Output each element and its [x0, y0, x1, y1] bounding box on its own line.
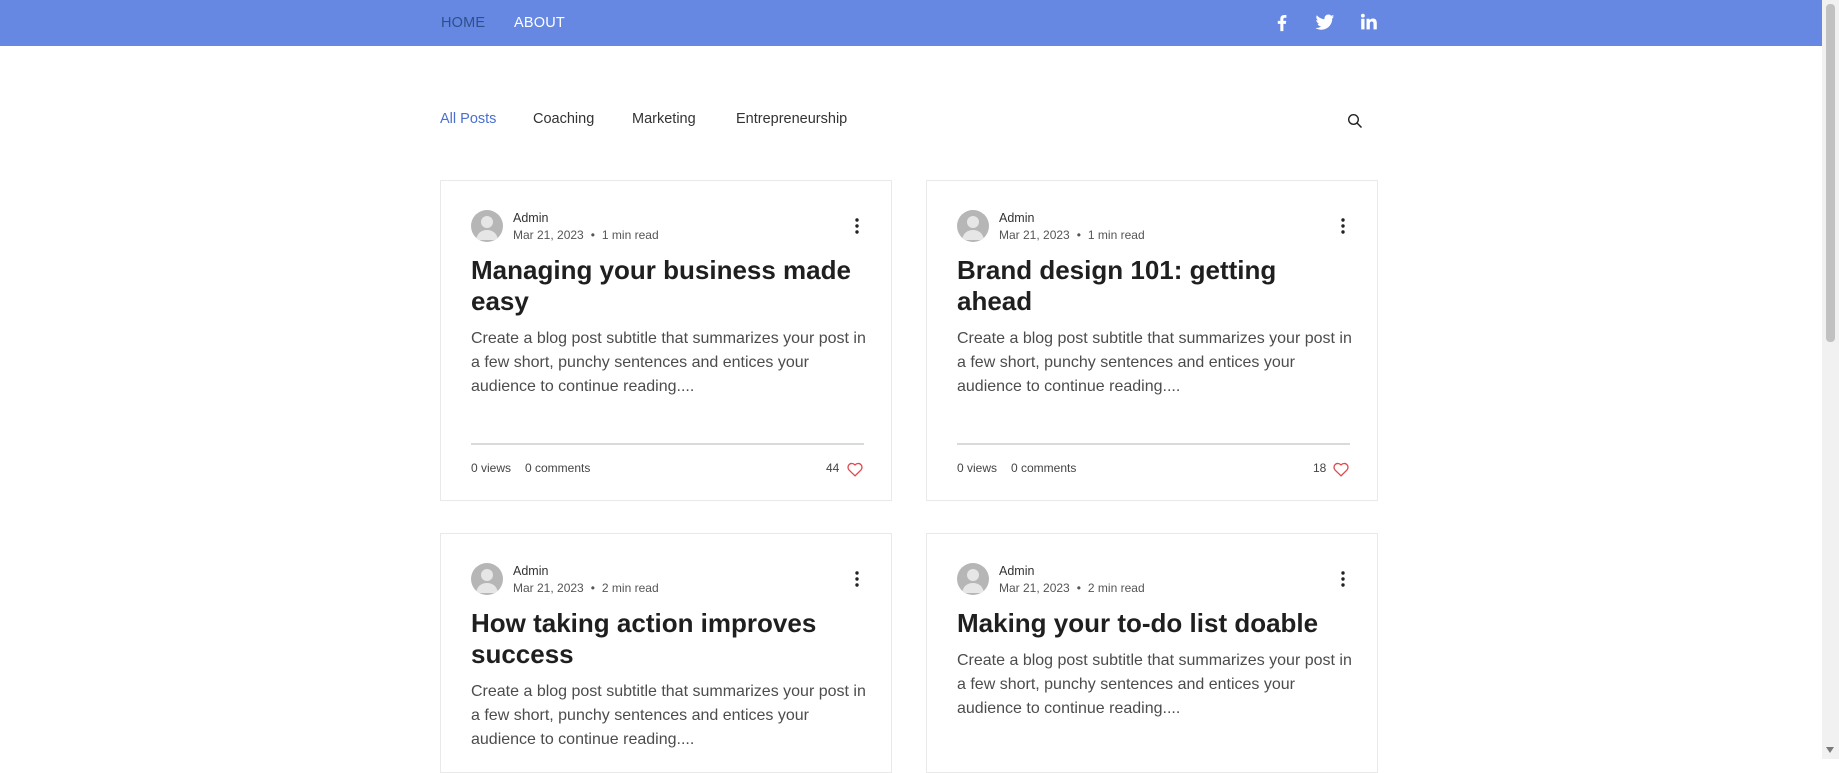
post-title[interactable]: Managing your business made easy: [471, 255, 871, 317]
author-avatar[interactable]: [471, 563, 503, 595]
author-avatar[interactable]: [957, 210, 989, 242]
post-date: Mar 21, 2023: [999, 228, 1070, 242]
scrollbar-thumb[interactable]: [1826, 4, 1835, 342]
post-meta: Mar 21, 2023 • 1 min read: [513, 228, 659, 242]
post-card[interactable]: Admin Mar 21, 2023 • 1 min read Managing y…: [440, 180, 892, 501]
post-meta: Mar 21, 2023 • 1 min read: [999, 228, 1145, 242]
meta-separator: •: [590, 581, 595, 595]
linkedin-icon[interactable]: [1358, 11, 1380, 33]
meta-separator: •: [1076, 581, 1081, 595]
nav-home-link[interactable]: HOME: [441, 15, 485, 31]
nav-about-link[interactable]: ABOUT: [514, 15, 565, 31]
more-actions-icon[interactable]: [854, 217, 860, 235]
vertical-scrollbar[interactable]: [1822, 0, 1839, 759]
card-divider: [957, 443, 1350, 445]
author-avatar[interactable]: [957, 563, 989, 595]
category-marketing[interactable]: Marketing: [632, 111, 696, 127]
post-date: Mar 21, 2023: [513, 581, 584, 595]
post-excerpt[interactable]: Create a blog post subtitle that summari…: [957, 327, 1352, 399]
category-entrepreneurship[interactable]: Entrepreneurship: [736, 111, 847, 127]
post-likes-count: 44: [826, 461, 840, 475]
meta-separator: •: [1076, 228, 1081, 242]
post-title[interactable]: Making your to-do list doable: [957, 608, 1357, 639]
facebook-icon[interactable]: [1271, 11, 1293, 33]
post-read-time: 1 min read: [1087, 228, 1145, 242]
post-card[interactable]: Admin Mar 21, 2023 • 1 min read Brand desi…: [926, 180, 1378, 501]
post-read-time: 1 min read: [601, 228, 659, 242]
post-likes-count: 18: [1313, 461, 1327, 475]
post-card[interactable]: Admin Mar 21, 2023 • 2 min read How taking…: [440, 533, 892, 773]
more-actions-icon[interactable]: [1340, 570, 1346, 588]
twitter-icon[interactable]: [1314, 11, 1336, 33]
post-views: 0 views: [957, 461, 998, 475]
avatar-placeholder-icon: [962, 569, 984, 593]
post-excerpt[interactable]: Create a blog post subtitle that summari…: [471, 680, 866, 752]
avatar-placeholder-icon: [962, 216, 984, 240]
more-actions-icon[interactable]: [854, 570, 860, 588]
post-excerpt[interactable]: Create a blog post subtitle that summari…: [471, 327, 866, 399]
category-coaching[interactable]: Coaching: [533, 111, 594, 127]
post-views: 0 views: [471, 461, 512, 475]
post-meta: Mar 21, 2023 • 2 min read: [513, 581, 659, 595]
meta-separator: •: [590, 228, 595, 242]
scroll-down-arrow-icon[interactable]: [1826, 747, 1834, 753]
post-comments[interactable]: 0 comments: [525, 461, 590, 475]
site-header: HOME ABOUT: [0, 0, 1822, 46]
post-author[interactable]: Admin: [513, 211, 548, 225]
post-title[interactable]: How taking action improves success: [471, 608, 871, 670]
avatar-placeholder-icon: [476, 216, 498, 240]
search-icon[interactable]: [1347, 113, 1363, 129]
post-title[interactable]: Brand design 101: getting ahead: [957, 255, 1357, 317]
post-author[interactable]: Admin: [999, 564, 1034, 578]
post-meta: Mar 21, 2023 • 2 min read: [999, 581, 1145, 595]
avatar-placeholder-icon: [476, 569, 498, 593]
post-comments[interactable]: 0 comments: [1011, 461, 1076, 475]
author-avatar[interactable]: [471, 210, 503, 242]
heart-icon[interactable]: [847, 462, 863, 477]
category-all-posts[interactable]: All Posts: [440, 111, 496, 127]
more-actions-icon[interactable]: [1340, 217, 1346, 235]
post-date: Mar 21, 2023: [513, 228, 584, 242]
post-card[interactable]: Admin Mar 21, 2023 • 2 min read Making you…: [926, 533, 1378, 773]
post-author[interactable]: Admin: [999, 211, 1034, 225]
heart-icon[interactable]: [1333, 462, 1349, 477]
post-excerpt[interactable]: Create a blog post subtitle that summari…: [957, 649, 1352, 721]
post-read-time: 2 min read: [601, 581, 659, 595]
post-date: Mar 21, 2023: [999, 581, 1070, 595]
post-read-time: 2 min read: [1087, 581, 1145, 595]
card-divider: [471, 443, 864, 445]
post-author[interactable]: Admin: [513, 564, 548, 578]
